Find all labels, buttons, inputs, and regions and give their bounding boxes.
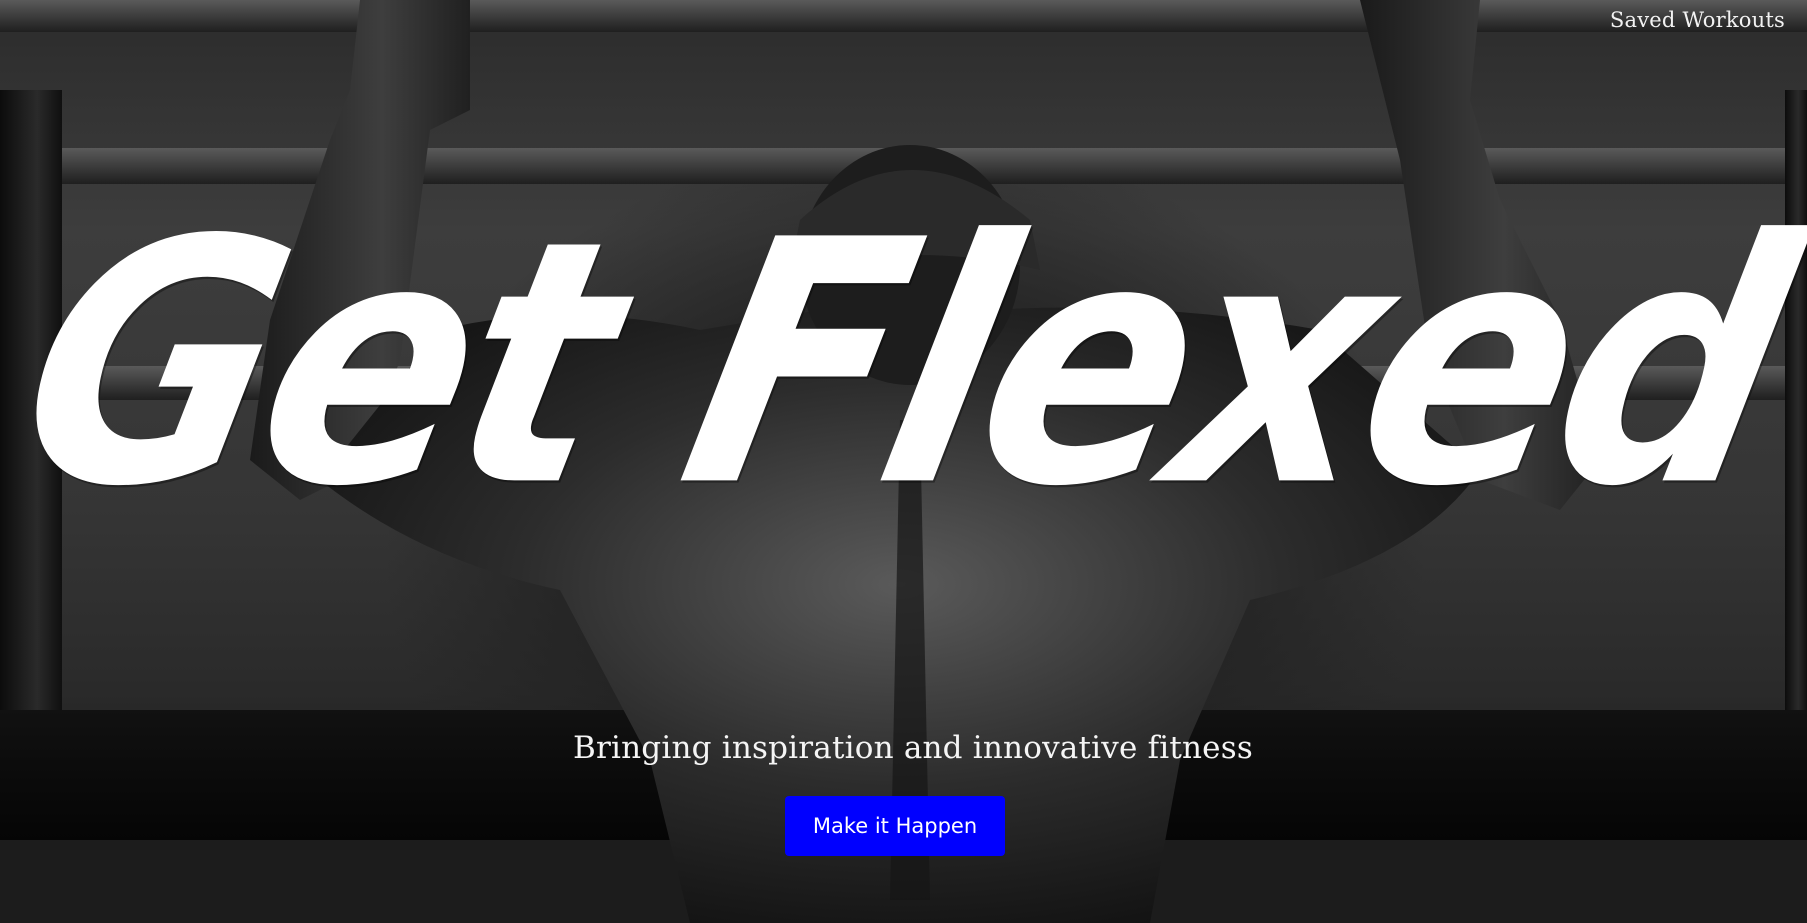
- hero-subtitle: Bringing inspiration and innovative fitn…: [573, 730, 1253, 766]
- hero-title: Get Flexed: [0, 169, 1807, 560]
- saved-workouts-link[interactable]: Saved Workouts: [1606, 6, 1789, 34]
- hero-section: Saved Workouts Get Flexed Bringing inspi…: [0, 0, 1807, 923]
- make-it-happen-button[interactable]: Make it Happen: [785, 796, 1005, 856]
